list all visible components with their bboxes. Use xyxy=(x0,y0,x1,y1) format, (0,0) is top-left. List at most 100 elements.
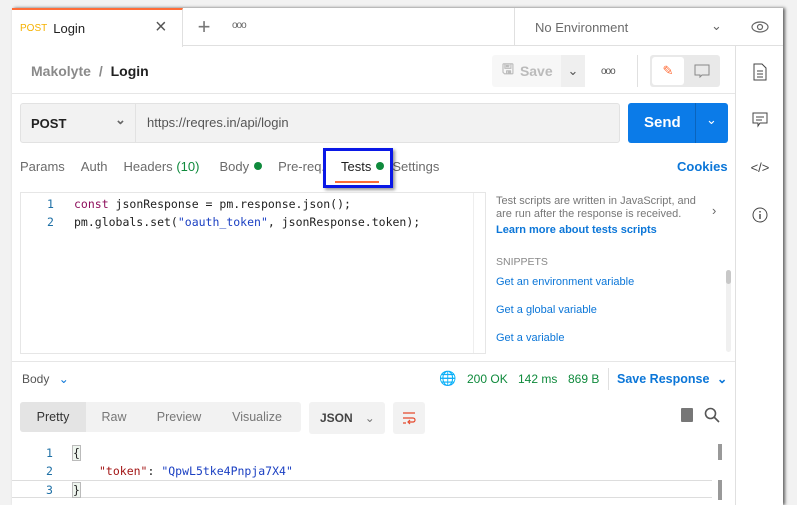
request-url-bar: POST ⌄ https://reqres.in/api/login xyxy=(20,103,620,143)
response-view-tabs: Pretty Raw Preview Visualize xyxy=(20,402,301,432)
send-label: Send xyxy=(644,114,681,131)
code-line: 2 pm.globals.set("oauth_token", jsonRespo… xyxy=(21,213,471,231)
json-key: "token" xyxy=(99,464,148,478)
code-text: const jsonResponse = pm.response.json(); xyxy=(74,195,351,213)
wrap-lines-icon[interactable] xyxy=(393,402,425,434)
breadcrumb: Makolyte / Login xyxy=(31,63,149,79)
response-time: 142 ms xyxy=(518,372,558,386)
request-tab-login[interactable]: POST Login × xyxy=(12,8,183,47)
line-number: 2 xyxy=(47,215,54,229)
code-text: { xyxy=(72,444,81,462)
snippets-title: SNIPPETS xyxy=(496,256,548,268)
tab-visualize[interactable]: Visualize xyxy=(216,402,298,432)
code-lines: 1 const jsonResponse = pm.response.json()… xyxy=(21,195,471,231)
environment-select[interactable]: No Environment ⌄ xyxy=(514,8,737,46)
comment-mode-icon[interactable] xyxy=(688,61,716,81)
line-number: 2 xyxy=(46,464,53,478)
line-number: 3 xyxy=(46,483,53,497)
divider xyxy=(12,93,735,94)
tab-params[interactable]: Params xyxy=(20,159,65,174)
save-label: Save xyxy=(519,63,553,79)
globe-lock-icon[interactable]: 🌐 xyxy=(439,370,456,387)
snippets-scrollbar[interactable] xyxy=(726,270,731,352)
documentation-icon[interactable] xyxy=(749,61,771,83)
tab-method: POST xyxy=(20,23,48,34)
status-dot xyxy=(254,162,263,170)
json-brace: { xyxy=(72,445,81,461)
response-label: Body xyxy=(22,372,50,386)
more-actions-icon[interactable]: ooo xyxy=(601,66,616,77)
code-icon[interactable]: </> xyxy=(749,156,771,178)
comments-icon[interactable] xyxy=(749,109,771,131)
tab-pretty[interactable]: Pretty xyxy=(20,402,86,432)
info-icon[interactable] xyxy=(749,204,771,226)
format-label: JSON xyxy=(320,411,353,425)
method-label: POST xyxy=(31,115,67,131)
tab-raw[interactable]: Raw xyxy=(86,402,142,432)
plus-icon[interactable]: + xyxy=(192,14,216,40)
divider xyxy=(473,193,474,353)
learn-more-link[interactable]: Learn more about tests scripts xyxy=(496,224,657,236)
code-line: 3} xyxy=(12,480,712,498)
code-line: 1{ xyxy=(12,444,712,462)
save-response-button[interactable]: Save Response ⌄ xyxy=(617,371,727,386)
method-select[interactable]: POST ⌄ xyxy=(21,104,136,142)
chevron-down-icon: ⌄ xyxy=(58,372,69,386)
status-code: 200 OK xyxy=(467,372,508,386)
line-number: 1 xyxy=(47,197,54,211)
format-select[interactable]: JSON ⌄ xyxy=(309,402,385,434)
response-scrollbar[interactable] xyxy=(718,480,722,500)
tests-editor[interactable]: 1 const jsonResponse = pm.response.json()… xyxy=(20,192,486,354)
code-line: 1 const jsonResponse = pm.response.json()… xyxy=(21,195,471,213)
save-response-label: Save Response xyxy=(617,372,710,386)
response-size: 869 B xyxy=(568,372,600,386)
tab-name: Login xyxy=(53,21,86,36)
divider xyxy=(12,361,735,362)
edit-pencil-icon[interactable]: ✎ xyxy=(652,57,684,85)
environment-label: No Environment xyxy=(535,19,629,35)
tab-body-label: Body xyxy=(219,159,250,174)
chevron-down-icon: ⌄ xyxy=(115,112,126,127)
response-body-select[interactable]: Body ⌄ xyxy=(22,372,69,386)
mode-toggle: ✎ xyxy=(650,55,720,87)
snippet-item[interactable]: Get a global variable xyxy=(496,304,597,316)
tab-settings[interactable]: Settings xyxy=(392,159,439,174)
code-text: pm.globals.set("oauth_token", jsonRespon… xyxy=(74,213,420,231)
more-tabs-icon[interactable]: ooo xyxy=(232,20,247,31)
code-text: } xyxy=(72,481,81,499)
response-scrollbar[interactable] xyxy=(718,444,722,460)
snippet-item[interactable]: Get an environment variable xyxy=(496,276,634,288)
divider xyxy=(637,55,638,87)
code-token: , jsonResponse.token); xyxy=(267,215,421,229)
tab-auth[interactable]: Auth xyxy=(81,159,108,174)
json-sep: : xyxy=(147,464,162,478)
copy-icon[interactable] xyxy=(681,408,693,422)
breadcrumb-request: Login xyxy=(110,63,149,79)
tab-body[interactable]: Body xyxy=(219,159,263,174)
save-dropdown-button[interactable]: ⌄ xyxy=(561,55,585,87)
send-dropdown-chevron-icon[interactable]: ⌄ xyxy=(706,112,717,128)
breadcrumb-collection[interactable]: Makolyte xyxy=(31,63,91,79)
sidebar-divider xyxy=(735,46,736,505)
code-token: pm.globals.set( xyxy=(74,215,178,229)
code-text: "token": "QpwL5tke4Pnpja7X4" xyxy=(73,462,293,480)
tab-prereq[interactable]: Pre-req. xyxy=(278,159,325,174)
save-icon: 🖫 xyxy=(502,61,514,77)
close-icon[interactable]: × xyxy=(155,16,167,39)
eye-icon[interactable] xyxy=(748,16,772,38)
line-number: 1 xyxy=(46,446,53,460)
response-body: 1{2 "token": "QpwL5tke4Pnpja7X4" 3} xyxy=(12,444,712,498)
send-button[interactable]: Send ⌄ xyxy=(628,103,728,143)
tab-headers[interactable]: Headers (10) xyxy=(124,159,200,174)
code-line: 2 "token": "QpwL5tke4Pnpja7X4" xyxy=(12,462,712,480)
divider xyxy=(608,368,609,390)
json-brace: } xyxy=(72,482,81,498)
cookies-link[interactable]: Cookies xyxy=(677,159,728,174)
snippet-item[interactable]: Get a variable xyxy=(496,332,564,344)
url-input[interactable]: https://reqres.in/api/login xyxy=(147,115,289,130)
code-token: "oauth_token" xyxy=(177,215,268,229)
search-icon[interactable] xyxy=(704,407,720,426)
chevron-right-icon[interactable]: › xyxy=(712,203,716,218)
tab-preview[interactable]: Preview xyxy=(142,402,216,432)
json-value: "QpwL5tke4Pnpja7X4" xyxy=(161,464,293,478)
